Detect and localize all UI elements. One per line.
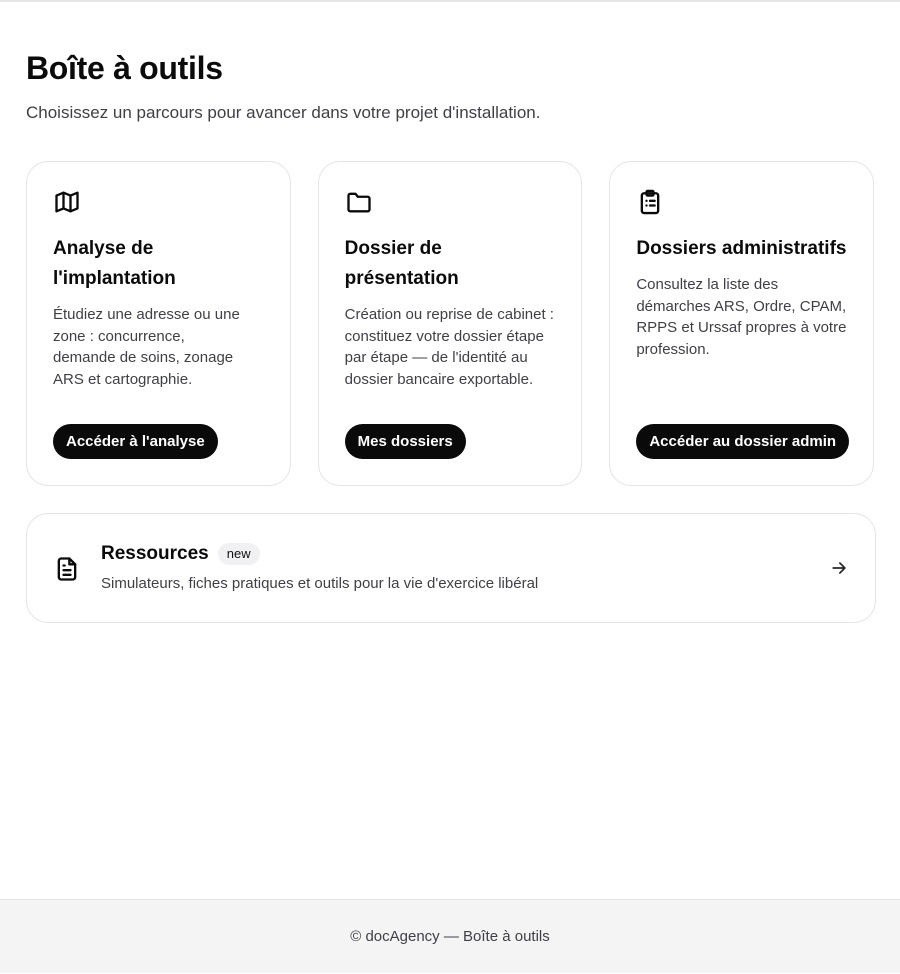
arrow-right-icon[interactable] <box>829 558 849 578</box>
card-dossiers-administratifs: Dossiers administratifs Consultez la lis… <box>609 161 875 486</box>
analyse-button[interactable]: Accéder à l'analyse <box>53 424 218 459</box>
resources-title: Ressources <box>101 543 209 564</box>
map-icon <box>53 188 81 216</box>
card-title: Dossiers administratifs <box>636 238 847 259</box>
dossier-admin-button[interactable]: Accéder au dossier admin <box>636 424 850 459</box>
resources-text: Ressources new Simulateurs, fiches prati… <box>101 542 829 594</box>
mes-dossiers-button[interactable]: Mes dossiers <box>344 424 466 459</box>
card-title: Dossier de présentation <box>344 238 459 289</box>
main-content: Boîte à outils Choisissez un parcours po… <box>0 48 900 623</box>
card-dossier-presentation: Dossier de présentation Création ou repr… <box>317 161 583 486</box>
resources-title-row: Ressources new <box>101 542 829 566</box>
clipboard-list-icon <box>636 188 664 216</box>
footer: © docAgency — Boîte à outils <box>0 899 900 973</box>
card-title: Analyse de l'implantation <box>53 238 176 289</box>
page-subtitle: Choisissez un parcours pour avancer dans… <box>26 103 541 122</box>
top-divider <box>0 0 900 2</box>
tool-cards: Analyse de l'implantation Étudiez une ad… <box>26 161 875 486</box>
card-description: Consultez la liste des démarches ARS, Or… <box>636 276 847 358</box>
document-icon <box>53 555 81 583</box>
resources-description: Simulateurs, fiches pratiques et outils … <box>101 575 539 592</box>
footer-text: © docAgency — Boîte à outils <box>350 928 550 945</box>
card-analyse-implantation: Analyse de l'implantation Étudiez une ad… <box>26 161 291 486</box>
card-description: Étudiez une adresse ou une zone : concur… <box>53 306 240 388</box>
card-description: Création ou reprise de cabinet : constit… <box>344 306 554 388</box>
resources-card[interactable]: Ressources new Simulateurs, fiches prati… <box>26 513 876 623</box>
page-title: Boîte à outils <box>26 50 223 86</box>
new-badge: new <box>217 543 260 565</box>
folder-icon <box>345 188 373 216</box>
